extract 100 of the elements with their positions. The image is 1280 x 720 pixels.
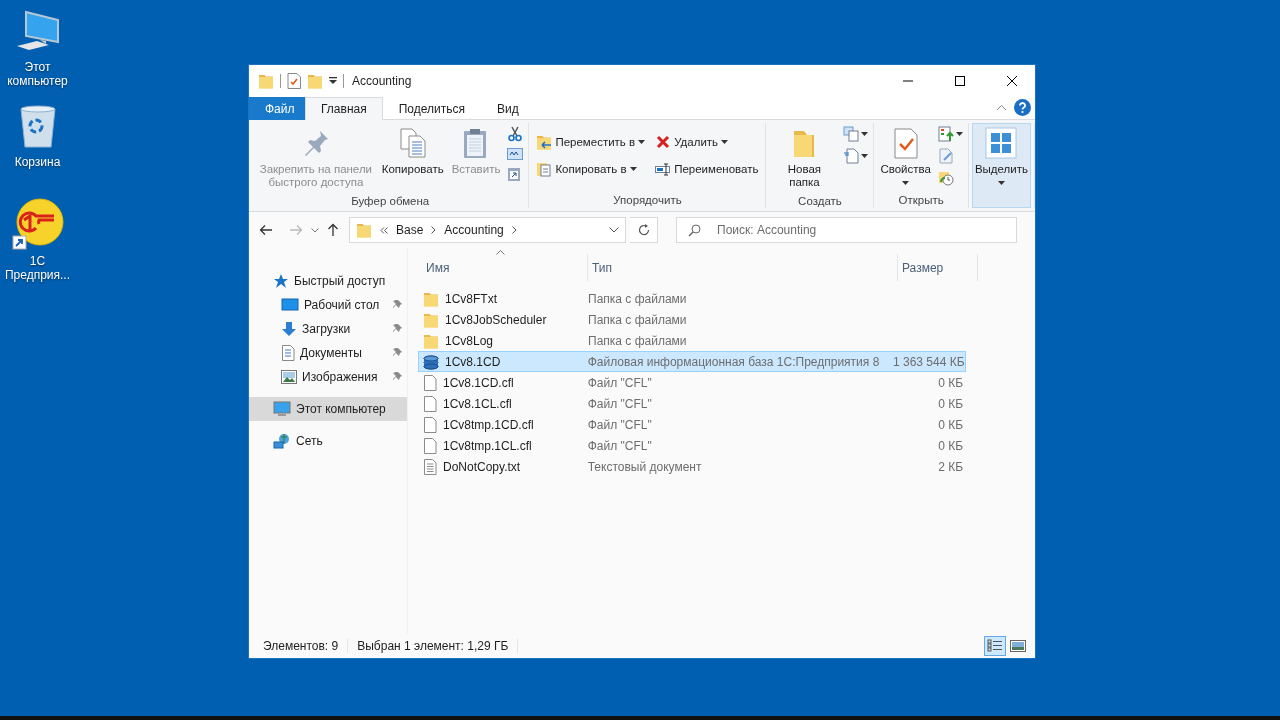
file-row[interactable]: 1Cv8FTxt Папка с файлами <box>418 288 966 309</box>
file-row[interactable]: 1Cv8JobScheduler Папка с файлами <box>418 309 966 330</box>
details-view-button[interactable] <box>984 636 1006 656</box>
file-type: Текстовый документ <box>586 459 703 474</box>
back-button[interactable] <box>257 222 275 238</box>
status-text: Элементов: 9 <box>263 639 349 653</box>
ribbon-group-label: Открыть <box>897 193 945 208</box>
nav-item[interactable]: Загрузки <box>249 317 407 341</box>
text-document-icon <box>423 458 437 475</box>
nav-item[interactable]: Сеть <box>249 429 407 453</box>
ribbon-icon-button[interactable] <box>841 147 871 165</box>
copy-folder-icon <box>536 161 553 177</box>
desktop-icon-label[interactable]: 1С Предприя... <box>1 254 74 282</box>
file-type: Папка с файлами <box>587 333 688 348</box>
address-bar[interactable]: Base Accounting <box>349 217 626 243</box>
folder-icon <box>356 222 372 238</box>
nav-item[interactable]: Документы <box>249 341 407 365</box>
ribbon-group-label: Упорядочить <box>612 193 683 208</box>
nav-item[interactable]: Изображения <box>249 365 407 389</box>
file-row[interactable]: DoNotCopy.txt Текстовый документ 2 КБ <box>418 456 966 477</box>
ribbon-button[interactable]: Копировать в <box>532 159 650 179</box>
refresh-button[interactable] <box>630 217 658 243</box>
up-arrow-icon <box>327 223 339 237</box>
shortcut-icon <box>507 166 522 182</box>
file-menu-tab[interactable]: Файл <box>249 97 305 120</box>
computer-icon <box>273 401 291 417</box>
file-row[interactable]: 1Cv8.1CD.cfl Файл "CFL" 0 КБ <box>418 372 966 393</box>
file-type: Папка с файлами <box>587 312 688 327</box>
desktop-icon-label[interactable]: Этот компьютер <box>1 60 74 88</box>
file-size: 0 КБ <box>937 396 964 411</box>
folder-icon <box>423 332 439 349</box>
breadcrumb[interactable]: Accounting <box>444 223 504 237</box>
chevron-right-icon <box>431 226 437 234</box>
ribbon-button[interactable]: Свойства <box>877 123 934 192</box>
chevron-down-icon <box>609 227 619 233</box>
file-row[interactable]: 1Cv8.1CD Файловая информационная база 1С:Предприятия 8 1 363 544 КБ <box>418 351 966 372</box>
folder-icon <box>423 311 439 328</box>
ribbon-icon-button[interactable] <box>505 147 526 161</box>
folder-icon <box>423 290 439 307</box>
file-name: 1Cv8Log <box>444 333 495 348</box>
document-icon <box>423 437 437 454</box>
customize-caret-icon <box>329 76 337 85</box>
rename-icon <box>655 161 672 177</box>
tiles-icon <box>1010 639 1026 653</box>
ribbon-tab[interactable]: Вид <box>480 97 535 120</box>
ribbon-icon-button[interactable] <box>841 125 871 143</box>
nav-item[interactable]: Этот компьютер <box>249 397 407 421</box>
file-name: DoNotCopy.txt <box>442 459 522 474</box>
desktop-icon-label[interactable]: Корзина <box>1 155 74 169</box>
folder-icon <box>258 72 274 89</box>
document-icon <box>281 345 295 361</box>
open-icon <box>937 126 954 142</box>
ribbon-group-label: Создать <box>797 194 843 209</box>
file-name: 1Cv8JobScheduler <box>444 312 548 327</box>
file-name: 1Cv8tmp.1CD.cfl <box>442 417 535 432</box>
breadcrumb[interactable]: Base <box>396 223 424 237</box>
file-row[interactable]: 1Cv8tmp.1CL.cfl Файл "CFL" 0 КБ <box>418 435 966 456</box>
file-row[interactable]: 1Cv8.1CL.cfl Файл "CFL" 0 КБ <box>418 393 966 414</box>
up-button[interactable] <box>325 221 341 239</box>
window-title: Accounting <box>352 73 413 88</box>
document-icon <box>423 374 437 391</box>
ribbon-tab[interactable]: Поделиться <box>382 97 481 120</box>
folder-icon <box>307 72 323 89</box>
file-size: 0 КБ <box>937 375 964 390</box>
chevron-right-icon <box>511 226 517 234</box>
ribbon-button[interactable]: Копировать <box>378 123 447 193</box>
file-type: Файл "CFL" <box>586 417 653 432</box>
column-header[interactable]: Размер <box>898 254 978 281</box>
file-name: 1Cv8.1CD.cfl <box>442 375 515 390</box>
file-size: 2 КБ <box>937 459 964 474</box>
file-name: 1Cv8.1CD <box>444 354 502 369</box>
ribbon-button[interactable]: Удалить <box>651 132 763 152</box>
search-field[interactable]: Поиск: Accounting <box>676 217 1017 243</box>
document-icon <box>843 148 860 164</box>
file-row[interactable]: 1Cv8tmp.1CD.cfl Файл "CFL" 0 КБ <box>418 414 966 435</box>
ribbon-group-label: Буфер обмена <box>350 194 431 209</box>
star-icon <box>273 273 289 289</box>
delete-icon <box>655 134 672 150</box>
back-arrow-icon <box>259 224 273 236</box>
nav-item[interactable]: Быстрый доступ <box>249 269 407 293</box>
file-type: Файл "CFL" <box>586 438 653 453</box>
ribbon-button[interactable]: Переместить в <box>532 132 650 152</box>
nav-item[interactable]: Рабочий стол <box>249 293 407 317</box>
image-icon <box>281 370 297 384</box>
file-row[interactable]: 1Cv8Log Папка с файлами <box>418 330 966 351</box>
column-header[interactable]: Имя <box>422 254 588 281</box>
status-text: Выбран 1 элемент: 1,29 ГБ <box>357 639 519 653</box>
ribbon-button[interactable]: Выделить <box>971 123 1031 208</box>
file-size: 0 КБ <box>937 438 964 453</box>
column-header[interactable]: Тип <box>588 254 898 281</box>
ribbon-icon-button[interactable] <box>935 125 965 143</box>
ribbon-button[interactable]: Переименовать <box>651 159 763 179</box>
recent-locations-button[interactable] <box>309 225 321 235</box>
ribbon-tab[interactable]: Главная <box>305 97 383 120</box>
file-name: 1Cv8tmp.1CL.cfl <box>442 438 533 453</box>
app-logo-icon <box>11 198 64 250</box>
forward-arrow-icon <box>289 224 303 236</box>
ribbon-button[interactable]: Новая папка <box>769 123 840 193</box>
move-folder-icon <box>536 134 553 150</box>
overflow-chevrons-icon <box>380 226 388 234</box>
